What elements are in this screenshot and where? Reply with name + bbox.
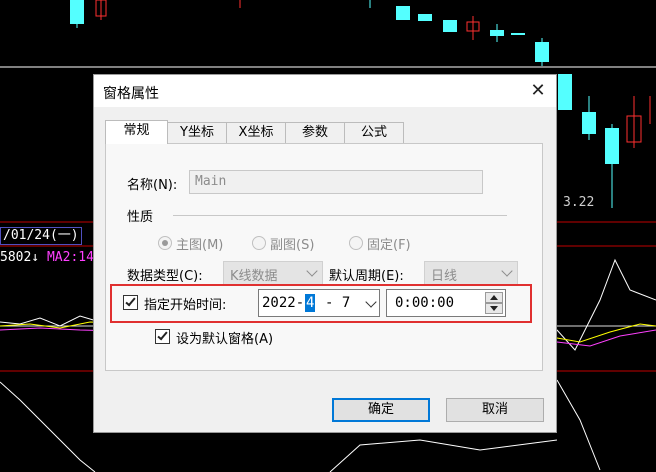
arrow-up-icon bbox=[490, 295, 498, 300]
arrow-down-icon bbox=[490, 306, 498, 311]
data-type-label: 数据类型(C): bbox=[127, 269, 203, 284]
default-period-select[interactable]: 日线 bbox=[424, 261, 518, 285]
volume-line-white-2 bbox=[329, 439, 558, 472]
default-period-label: 默认周期(E): bbox=[329, 269, 404, 284]
radio-dot bbox=[162, 240, 168, 246]
close-icon[interactable]: ✕ bbox=[526, 79, 550, 103]
nature-label: 性质 bbox=[127, 210, 154, 225]
chevron-down-icon bbox=[306, 265, 318, 277]
radio-fixed-label: 固定(F) bbox=[367, 238, 411, 253]
data-type-value: K线数据 bbox=[230, 269, 278, 284]
candle bbox=[443, 20, 457, 32]
volume-line-white-3 bbox=[556, 379, 601, 471]
data-type-select[interactable]: K线数据 bbox=[223, 261, 323, 285]
chevron-down-icon bbox=[501, 265, 513, 277]
candle bbox=[418, 14, 432, 21]
default-period-value: 日线 bbox=[431, 269, 458, 284]
radio-circle bbox=[349, 236, 363, 250]
date-year[interactable]: 2022- bbox=[262, 295, 304, 311]
chevron-down-icon[interactable] bbox=[365, 296, 377, 308]
ma-indicator-label: 5802↓ MA2:14 bbox=[0, 250, 94, 265]
ma-value: 5802↓ bbox=[0, 250, 40, 265]
default-pane-label: 设为默认窗格(A) bbox=[176, 332, 274, 347]
start-time-checkbox[interactable] bbox=[123, 295, 138, 310]
time-spinner bbox=[485, 292, 503, 314]
candle bbox=[558, 74, 572, 110]
radio-circle bbox=[252, 236, 266, 250]
tab-x-axis[interactable]: X坐标 bbox=[226, 122, 286, 143]
name-input[interactable]: Main bbox=[189, 170, 483, 194]
tab-general[interactable]: 常规 bbox=[105, 120, 168, 144]
candle bbox=[511, 33, 525, 35]
radio-sub-chart-label: 副图(S) bbox=[270, 238, 315, 253]
start-date-picker[interactable]: 2022- 4 - 7 bbox=[258, 289, 380, 317]
dialog-title: 窗格属性 bbox=[103, 86, 159, 102]
radio-circle bbox=[158, 236, 172, 250]
tab-formula[interactable]: 公式 bbox=[344, 122, 404, 143]
dialog-title-bar[interactable]: 窗格属性 ✕ bbox=[94, 75, 556, 107]
ok-button[interactable]: 确定 bbox=[332, 398, 430, 422]
date-month[interactable]: 4 bbox=[305, 294, 316, 312]
spin-up-button[interactable] bbox=[485, 292, 503, 303]
tab-y-axis[interactable]: Y坐标 bbox=[167, 122, 227, 143]
checkmark-icon bbox=[157, 329, 168, 341]
time-value[interactable]: 0:00:00 bbox=[395, 295, 454, 311]
name-label: 名称(N): bbox=[127, 178, 178, 193]
radio-main-chart-label: 主图(M) bbox=[176, 238, 224, 253]
ma2-label: MA2:14 bbox=[46, 250, 94, 265]
pane-properties-dialog: 窗格属性 ✕ 常规 Y坐标 X坐标 参数 公式 名称(N): Main 性质 主… bbox=[93, 74, 557, 433]
default-pane-checkbox[interactable] bbox=[155, 329, 170, 344]
price-level-label: 3.22 bbox=[563, 195, 595, 210]
start-time-label: 指定开始时间: bbox=[144, 298, 227, 313]
chart-date-label: /01/24(一) bbox=[0, 227, 82, 245]
volume-line-white bbox=[0, 381, 96, 472]
tab-panel-general: 名称(N): Main 性质 主图(M) 副图(S) 固定(F) 数据类型(C)… bbox=[105, 143, 543, 371]
candle bbox=[396, 6, 410, 20]
cancel-button[interactable]: 取消 bbox=[446, 398, 544, 422]
nature-group-divider bbox=[173, 215, 507, 216]
start-time-picker[interactable]: 0:00:00 bbox=[386, 289, 506, 317]
date-day[interactable]: - 7 bbox=[325, 295, 350, 311]
checkmark-icon bbox=[125, 295, 136, 307]
tab-params[interactable]: 参数 bbox=[285, 122, 345, 143]
spin-down-button[interactable] bbox=[485, 303, 503, 314]
